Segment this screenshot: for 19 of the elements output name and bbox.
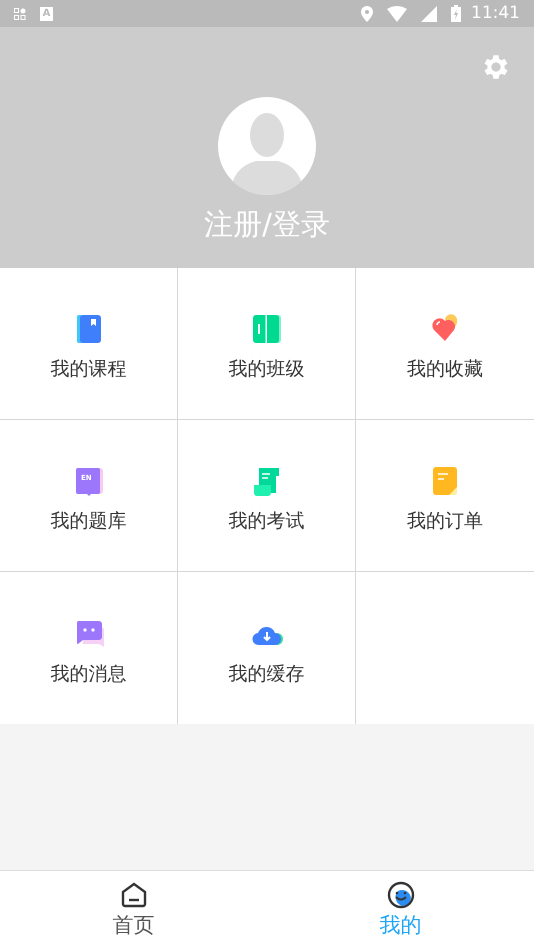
avatar[interactable] — [218, 97, 316, 195]
location-icon — [361, 6, 373, 22]
menu-item[interactable]: 我的收藏 — [356, 268, 534, 420]
tab[interactable]: 首页 — [0, 871, 267, 950]
smiley-icon — [386, 881, 414, 909]
menu-item[interactable]: 我的订单 — [356, 420, 534, 572]
menu-item[interactable]: 我的考试 — [178, 420, 356, 572]
apps-icon — [14, 8, 26, 20]
battery-icon — [451, 5, 461, 22]
notification-icon: A — [40, 6, 53, 20]
menu-item[interactable]: 我的消息 — [0, 572, 178, 724]
clock-time: 11:41 — [471, 2, 520, 25]
menu-item[interactable]: 我的课程 — [0, 268, 178, 420]
signal-icon — [421, 6, 437, 22]
home-icon — [120, 881, 148, 909]
menu-item[interactable]: 我的缓存 — [178, 572, 356, 724]
wifi-icon — [387, 6, 407, 22]
open-book-icon — [250, 313, 282, 346]
menu-item[interactable]: 我的班级 — [178, 268, 356, 420]
